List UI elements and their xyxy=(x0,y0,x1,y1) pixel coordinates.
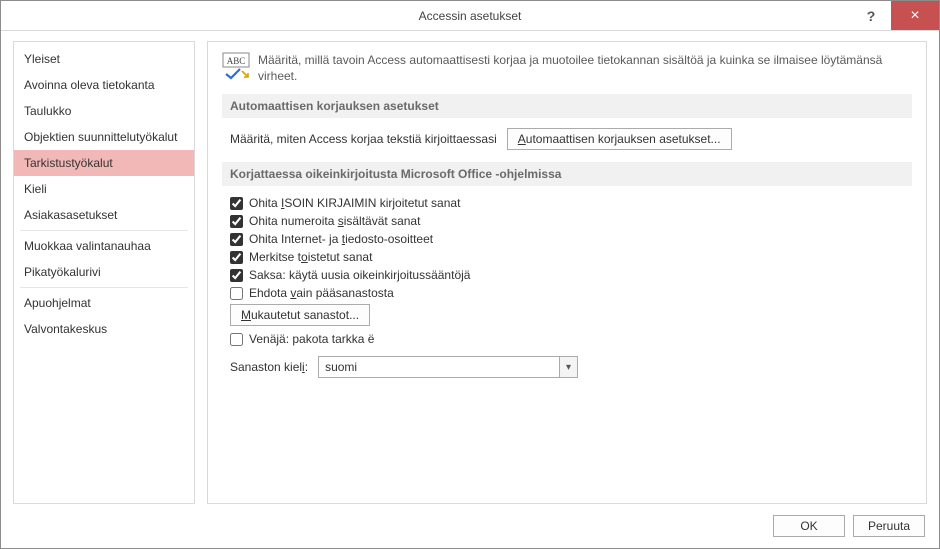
spelling-check-label[interactable]: Ehdota vain pääsanastosta xyxy=(249,286,394,300)
dict-button-row: Mukautetut sanastot... xyxy=(230,304,912,326)
autocorrect-options-button-label: Automaattisen korjauksen asetukset... xyxy=(518,132,721,146)
dictionary-language-row: Sanaston kieli: suomi ▾ xyxy=(230,356,912,378)
sidebar-item[interactable]: Kieli xyxy=(14,176,194,202)
svg-text:ABC: ABC xyxy=(227,56,246,66)
section-header-spelling: Korjattaessa oikeinkirjoitusta Microsoft… xyxy=(222,162,912,186)
spelling-check-label[interactable]: Ohita numeroita sisältävät sanat xyxy=(249,214,420,228)
dialog-footer: OK Peruuta xyxy=(1,504,939,548)
russian-strict-e-label[interactable]: Venäjä: pakota tarkka ë xyxy=(249,332,374,346)
window-title: Accessin asetukset xyxy=(1,9,939,23)
options-dialog: Accessin asetukset ? × YleisetAvoinna ol… xyxy=(0,0,940,549)
sidebar-item[interactable]: Asiakasasetukset xyxy=(14,202,194,228)
intro-text: Määritä, millä tavoin Access automaattis… xyxy=(258,52,912,84)
sidebar-item[interactable]: Tarkistustyökalut xyxy=(14,150,194,176)
spelling-check-label[interactable]: Saksa: käytä uusia oikeinkirjoitussääntö… xyxy=(249,268,470,282)
category-sidebar: YleisetAvoinna oleva tietokantaTaulukkoO… xyxy=(13,41,195,504)
intro-block: ABC Määritä, millä tavoin Access automaa… xyxy=(222,52,912,84)
spelling-check-label[interactable]: Merkitse toistetut sanat xyxy=(249,250,372,264)
sidebar-item[interactable]: Taulukko xyxy=(14,98,194,124)
sidebar-separator xyxy=(20,230,188,231)
sidebar-item[interactable]: Valvontakeskus xyxy=(14,316,194,342)
spelling-checkbox[interactable] xyxy=(230,215,243,228)
custom-dictionaries-button-label: Mukautetut sanastot... xyxy=(241,308,359,322)
spelling-checkbox[interactable] xyxy=(230,269,243,282)
autocorrect-options-button[interactable]: Automaattisen korjauksen asetukset... xyxy=(507,128,732,150)
sidebar-item[interactable]: Apuohjelmat xyxy=(14,290,194,316)
spelling-checkbox[interactable] xyxy=(230,233,243,246)
spelling-checkbox[interactable] xyxy=(230,251,243,264)
sidebar-item[interactable]: Muokkaa valintanauhaa xyxy=(14,233,194,259)
sidebar-item[interactable]: Yleiset xyxy=(14,46,194,72)
ok-button[interactable]: OK xyxy=(773,515,845,537)
check-row: Ohita numeroita sisältävät sanat xyxy=(230,214,912,228)
abc-check-icon: ABC xyxy=(222,52,250,80)
main-panel: ABC Määritä, millä tavoin Access automaa… xyxy=(207,41,927,504)
chevron-down-icon: ▾ xyxy=(559,357,577,377)
russian-check-row: Venäjä: pakota tarkka ë xyxy=(230,332,912,346)
russian-strict-e-checkbox[interactable] xyxy=(230,333,243,346)
close-button[interactable]: × xyxy=(891,1,939,30)
autocorrect-row: Määritä, miten Access korjaa tekstiä kir… xyxy=(230,128,912,150)
check-row: Saksa: käytä uusia oikeinkirjoitussääntö… xyxy=(230,268,912,282)
dialog-body: YleisetAvoinna oleva tietokantaTaulukkoO… xyxy=(1,31,939,504)
dictionary-language-select[interactable]: suomi ▾ xyxy=(318,356,578,378)
custom-dictionaries-button[interactable]: Mukautetut sanastot... xyxy=(230,304,370,326)
sidebar-item[interactable]: Avoinna oleva tietokanta xyxy=(14,72,194,98)
check-row: Ohita ISOIN KIRJAIMIN kirjoitetut sanat xyxy=(230,196,912,210)
spelling-checkbox[interactable] xyxy=(230,197,243,210)
check-row: Ohita Internet- ja tiedosto-osoitteet xyxy=(230,232,912,246)
sidebar-item[interactable]: Pikatyökalurivi xyxy=(14,259,194,285)
spelling-check-label[interactable]: Ohita Internet- ja tiedosto-osoitteet xyxy=(249,232,433,246)
autocorrect-label: Määritä, miten Access korjaa tekstiä kir… xyxy=(230,132,497,146)
spelling-check-label[interactable]: Ohita ISOIN KIRJAIMIN kirjoitetut sanat xyxy=(249,196,460,210)
check-row: Ehdota vain pääsanastosta xyxy=(230,286,912,300)
sidebar-item[interactable]: Objektien suunnittelutyökalut xyxy=(14,124,194,150)
cancel-button[interactable]: Peruuta xyxy=(853,515,925,537)
section-header-autocorrect: Automaattisen korjauksen asetukset xyxy=(222,94,912,118)
spelling-checkbox[interactable] xyxy=(230,287,243,300)
title-controls: ? × xyxy=(851,1,939,31)
sidebar-separator xyxy=(20,287,188,288)
dictionary-language-value: suomi xyxy=(319,360,559,374)
dictionary-language-label: Sanaston kieli: xyxy=(230,360,308,374)
spelling-checks: Ohita ISOIN KIRJAIMIN kirjoitetut sanat O… xyxy=(230,196,912,300)
check-row: Merkitse toistetut sanat xyxy=(230,250,912,264)
titlebar: Accessin asetukset ? × xyxy=(1,1,939,31)
help-button[interactable]: ? xyxy=(851,1,891,30)
